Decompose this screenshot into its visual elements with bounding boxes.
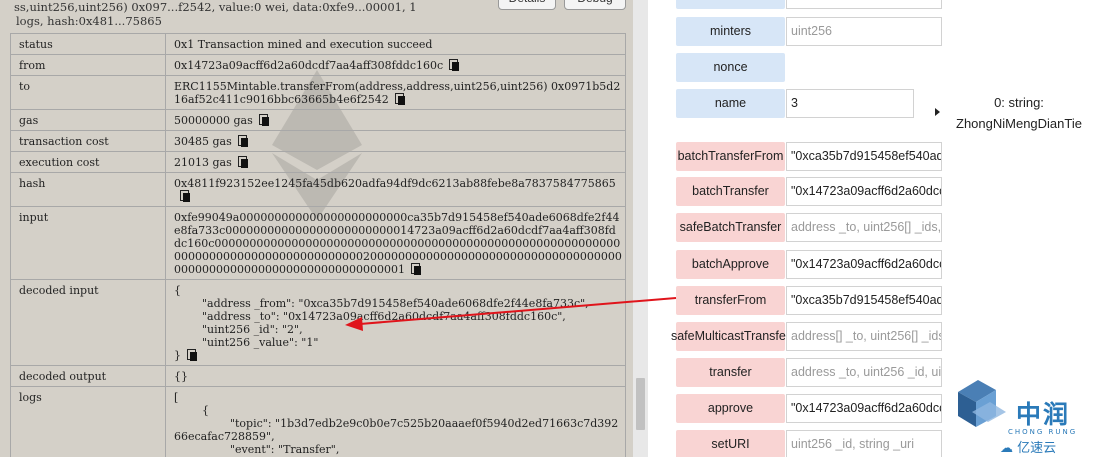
row-key: status xyxy=(10,33,166,55)
call-output: 0: string: ZhongNiMengDianTie xyxy=(945,92,1093,134)
table-row: gas 50000000 gas xyxy=(10,109,626,131)
approve-args-input[interactable]: "0x14723a09acff6d2a60dcc xyxy=(786,394,942,423)
table-row: status 0x1 Transaction mined and executio… xyxy=(10,33,626,55)
row-value: 0xfe99049a000000000000000000000000ca35b7… xyxy=(165,206,626,280)
table-row: input 0xfe99049a000000000000000000000000c… xyxy=(10,206,626,280)
row-value-text: 30485 gas xyxy=(174,135,232,148)
transaction-console: ss,uint256,uint256) 0x097...f2542, value… xyxy=(0,0,648,457)
setURI-args-input[interactable]: uint256 _id, string _uri xyxy=(786,430,942,457)
batchApprove-button[interactable]: batchApprove xyxy=(676,250,785,279)
row-value: 0x1 Transaction mined and execution succ… xyxy=(165,33,626,55)
scrollbar-thumb[interactable] xyxy=(636,378,645,430)
details-button[interactable]: Details xyxy=(498,0,556,10)
row-value-text: 21013 gas xyxy=(174,156,232,169)
row-key: execution cost xyxy=(10,151,166,173)
copy-icon[interactable] xyxy=(187,349,198,361)
row-key: hash xyxy=(10,172,166,207)
brand-name: 中润 xyxy=(1016,400,1071,429)
transaction-details-table: status 0x1 Transaction mined and executio… xyxy=(10,33,626,457)
safeMulticastTransfer-args-input[interactable]: address[] _to, uint256[] _ids xyxy=(786,322,942,351)
safeBatchTransfer-args-input[interactable]: address _to, uint256[] _ids, xyxy=(786,213,942,242)
row-value-text: 0x1 Transaction mined and execution succ… xyxy=(174,38,433,51)
copy-icon[interactable] xyxy=(237,135,249,147)
table-row: execution cost 21013 gas xyxy=(10,151,626,173)
name-button[interactable]: name xyxy=(676,89,785,118)
approve-button[interactable]: approve xyxy=(676,394,785,423)
row-value: 50000000 gas xyxy=(165,109,626,131)
row-value-text: [ { "topic": "1b3d7edb2e9c0b0e7c525b20aa… xyxy=(174,391,619,457)
row-value: 30485 gas xyxy=(165,130,626,152)
copy-icon[interactable] xyxy=(180,190,191,202)
table-row: from 0x14723a09acff6d2a60dcdf7aa4aff308fd… xyxy=(10,54,626,76)
row-value: { "address _from": "0xca35b7d915458ef540… xyxy=(165,279,626,366)
transferFrom-args-input[interactable]: "0xca35b7d915458ef540ad xyxy=(786,286,942,315)
safeMulticastTransfer-button[interactable]: safeMulticastTransfer xyxy=(671,322,790,351)
tx-summary-line: logs, hash:0x481...75865 xyxy=(16,14,162,28)
batchTransfer-args-input[interactable]: "0x14723a09acff6d2a60dcc xyxy=(786,177,942,206)
table-row: hash 0x4811f923152ee1245fa45db620adfa94df… xyxy=(10,172,626,207)
row-key: decoded input xyxy=(10,279,166,366)
tx-summary-line: ss,uint256,uint256) 0x097...f2542, value… xyxy=(14,0,417,14)
row-key: to xyxy=(10,75,166,110)
batchApprove-args-input[interactable]: "0x14723a09acff6d2a60dcc xyxy=(786,250,942,279)
brand-subtitle: CHONG RUNG xyxy=(1008,428,1078,436)
transfer-args-input[interactable]: address _to, uint256 _id, uir xyxy=(786,358,942,387)
yisu-cloud-icon: ☁ xyxy=(1000,441,1013,456)
row-value-text: 50000000 gas xyxy=(174,114,253,127)
row-key: decoded output xyxy=(10,365,166,387)
tx-summary: ss,uint256,uint256) 0x097...f2542, value… xyxy=(14,0,494,28)
function-args-input[interactable] xyxy=(786,0,942,9)
debug-button[interactable]: Debug xyxy=(564,0,626,10)
name-args-input[interactable]: 3 xyxy=(786,89,914,118)
site-name: ☁ 亿速云 xyxy=(1000,437,1056,456)
batchTransferFrom-button[interactable]: batchTransferFrom xyxy=(676,142,785,171)
copy-icon[interactable] xyxy=(449,59,460,71)
table-row: transaction cost 30485 gas xyxy=(10,130,626,152)
row-key: gas xyxy=(10,109,166,131)
batchTransfer-button[interactable]: batchTransfer xyxy=(676,177,785,206)
site-name-label: 亿速云 xyxy=(1017,441,1057,456)
output-type: 0: string: xyxy=(994,95,1044,110)
setURI-button[interactable]: setURI xyxy=(676,430,785,457)
output-value: ZhongNiMengDianTie xyxy=(956,116,1082,131)
function-button[interactable] xyxy=(676,0,785,9)
row-key: input xyxy=(10,206,166,280)
table-row: to ERC1155Mintable.transferFrom(address,a… xyxy=(10,75,626,110)
row-value: [ { "topic": "1b3d7edb2e9c0b0e7c525b20aa… xyxy=(165,386,626,457)
safeBatchTransfer-button[interactable]: safeBatchTransfer xyxy=(676,213,785,242)
table-row: decoded output {} xyxy=(10,365,626,387)
minters-args-input[interactable]: uint256 xyxy=(786,17,942,46)
row-value: ERC1155Mintable.transferFrom(address,add… xyxy=(165,75,626,110)
minters-button[interactable]: minters xyxy=(676,17,785,46)
row-value: {} xyxy=(165,365,626,387)
row-value-text: 0x4811f923152ee1245fa45db620adfa94df9dc6… xyxy=(174,177,616,190)
row-key: logs xyxy=(10,386,166,457)
copy-icon[interactable] xyxy=(258,114,270,126)
row-value: 0x4811f923152ee1245fa45db620adfa94df9dc6… xyxy=(165,172,626,207)
row-value-text: 0xfe99049a000000000000000000000000ca35b7… xyxy=(174,211,622,276)
row-value-text: { "address _from": "0xca35b7d915458ef540… xyxy=(174,284,589,362)
copy-icon[interactable] xyxy=(237,156,249,168)
batchTransferFrom-args-input[interactable]: "0xca35b7d915458ef540ad xyxy=(786,142,942,171)
transfer-button[interactable]: transfer xyxy=(676,358,785,387)
copy-icon[interactable] xyxy=(394,93,406,105)
table-row: decoded input{ "address _from": "0xca35b… xyxy=(10,279,626,366)
console-scrollbar[interactable] xyxy=(633,0,648,457)
row-key: transaction cost xyxy=(10,130,166,152)
row-value-text: {} xyxy=(174,370,188,383)
caret-right-icon[interactable] xyxy=(935,108,940,116)
table-row: logs[ { "topic": "1b3d7edb2e9c0b0e7c525b… xyxy=(10,386,626,457)
nonce-button[interactable]: nonce xyxy=(676,53,785,82)
row-value: 0x14723a09acff6d2a60dcdf7aa4aff308fddc16… xyxy=(165,54,626,76)
row-value-text: 0x14723a09acff6d2a60dcdf7aa4aff308fddc16… xyxy=(174,59,444,72)
transferFrom-button[interactable]: transferFrom xyxy=(676,286,785,315)
row-value: 21013 gas xyxy=(165,151,626,173)
copy-icon[interactable] xyxy=(410,263,422,275)
row-key: from xyxy=(10,54,166,76)
